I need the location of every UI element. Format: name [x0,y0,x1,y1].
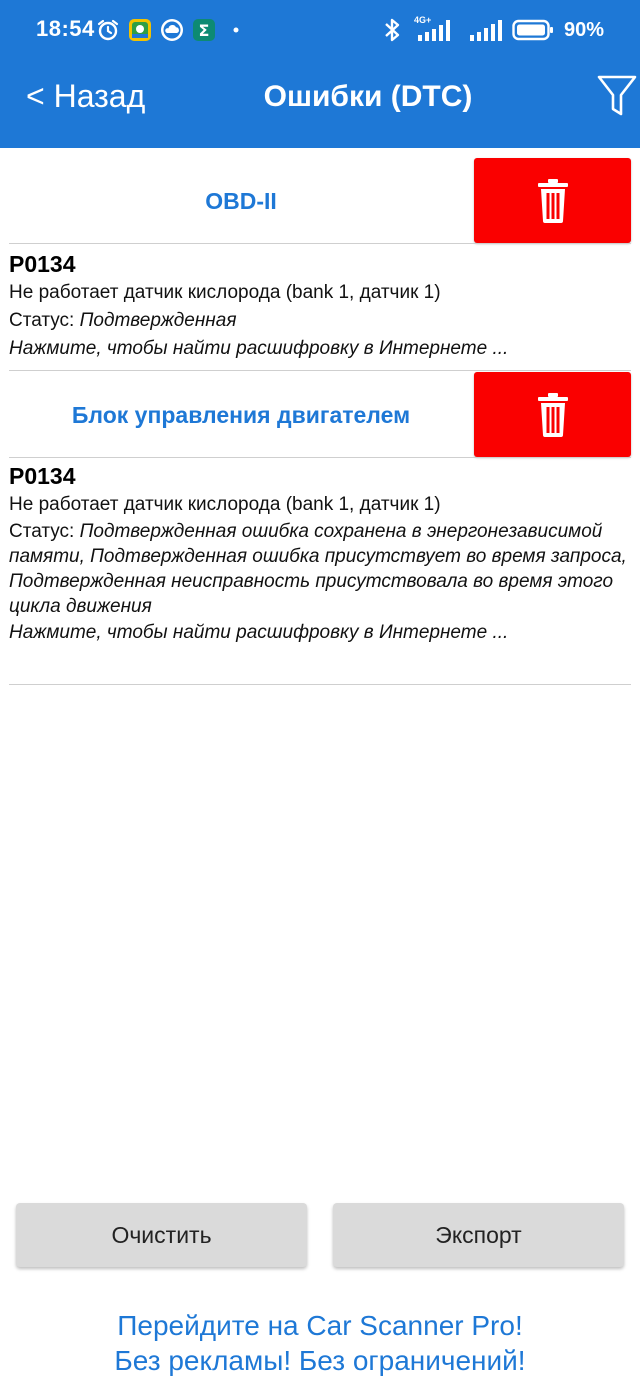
trash-icon [536,178,570,224]
dtc-description: Не работает датчик кислорода (bank 1, да… [9,282,441,303]
dtc-status-value: Подтвержденная ошибка сохранена в энерго… [9,521,627,617]
filter-button[interactable] [594,70,640,122]
section-title: Блок управления двигателем [71,401,411,428]
dtc-search-hint[interactable]: Нажмите, чтобы найти расшифровку в Интер… [9,619,629,647]
bluetooth-icon [380,18,404,42]
dtc-item[interactable]: P0134 Не работает датчик кислорода (bank… [9,461,629,647]
divider [9,370,631,371]
dtc-search-hint[interactable]: Нажмите, чтобы найти расшифровку в Интер… [9,335,629,363]
status-time: 18:54 [36,16,95,41]
dtc-code: P0134 [9,251,76,277]
battery-percent: 90% [563,18,604,41]
status-bar: 18:54 Σ 4G+ 90% [0,0,640,60]
promo-line-1: Перейдите на Car Scanner Pro! [117,1310,523,1341]
network-type: 4G+ [413,15,432,25]
section-header-obd2: OBD-II [0,158,640,244]
section-title: OBD-II [205,187,277,214]
dtc-status-label: Статус: [9,521,80,542]
dtc-code: P0134 [9,463,76,489]
delete-button[interactable] [474,372,631,457]
alarm-icon [96,18,120,42]
dtc-status-value: Подтвержденная [79,310,237,331]
pro-upgrade-link[interactable]: Перейдите на Car Scanner Pro! Без реклам… [0,1308,640,1378]
trash-icon [536,392,570,438]
dtc-status: Статус: Подтвержденная [9,307,629,335]
app-header: 18:54 Σ 4G+ 90% < Назад Ошибки (DTC) [0,0,640,148]
delete-button[interactable] [474,158,631,243]
notification-icons: Σ [96,16,248,44]
svg-text:Σ: Σ [199,21,210,40]
cloud-app-icon [160,18,184,42]
maps-app-icon [128,18,152,42]
dtc-status-label: Статус: [9,310,80,331]
page-title: Ошибки (DTC) [263,80,473,113]
promo-line-2: Без рекламы! Без ограничений! [114,1345,526,1376]
sigma-app-icon: Σ [192,18,216,42]
divider [9,684,631,685]
filter-icon [597,74,637,118]
divider [9,457,631,458]
signal-icon: 4G+ [413,15,458,43]
dtc-item[interactable]: P0134 Не работает датчик кислорода (bank… [9,249,629,363]
battery-icon [512,18,554,42]
system-status-icons: 4G+ 90% [380,14,604,46]
dtc-status: Статус: Подтвержденная ошибка сохранена … [9,519,629,619]
clear-button[interactable]: Очистить [16,1203,307,1267]
signal-icon-2 [468,17,502,43]
section-header-engine-ecu: Блок управления двигателем [0,372,640,458]
divider [9,243,631,244]
dtc-description: Не работает датчик кислорода (bank 1, да… [9,494,441,515]
export-button[interactable]: Экспорт [333,1203,624,1267]
notification-dot-icon [224,18,248,42]
